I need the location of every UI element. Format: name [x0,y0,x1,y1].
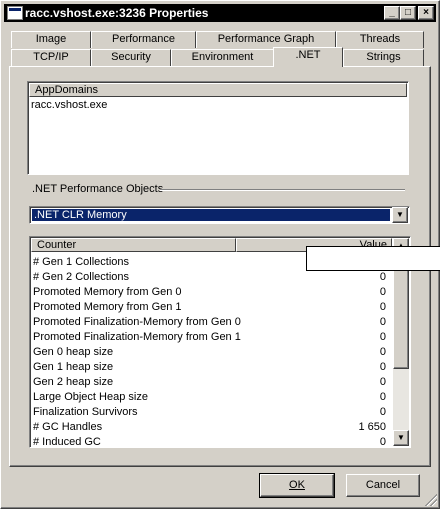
counter-name: Finalization Survivors [33,406,138,418]
table-row[interactable]: Promoted Finalization-Memory from Gen 1 0 [33,330,389,345]
tab-threads-label: Threads [359,33,401,45]
counter-name: # Gen 2 Collections [33,271,129,283]
app-icon [7,6,23,20]
minimize-button[interactable]: _ [384,6,400,20]
counter-value: 0 [379,436,386,448]
counter-column-label: Counter [37,239,77,251]
table-row[interactable]: Promoted Finalization-Memory from Gen 0 0 [33,315,389,330]
window-title: racc.vshost.exe:3236 Properties [25,6,209,20]
tab-tcpip[interactable]: TCP/IP [11,49,91,66]
table-row[interactable]: Gen 1 heap size 0 [33,360,389,375]
tab-strings-label: Strings [366,51,401,63]
tab-image-label: Image [35,33,67,45]
table-row[interactable]: Promoted Memory from Gen 0 0 [33,285,389,300]
counter-name: Gen 2 heap size [33,376,114,388]
counter-name: Promoted Memory from Gen 1 [33,301,182,313]
tab-security[interactable]: Security [91,49,171,66]
counter-name: Promoted Finalization-Memory from Gen 0 [33,316,241,328]
dropdown-button[interactable]: ▼ [392,207,408,223]
table-row[interactable]: Gen 2 heap size 0 [33,375,389,390]
counter-name: Promoted Finalization-Memory from Gen 1 [33,331,241,343]
cancel-button[interactable]: Cancel [346,474,420,497]
counter-name: Promoted Memory from Gen 0 [33,286,182,298]
tab-security-label: Security [111,51,151,63]
counter-value: 0 [379,346,386,358]
tab-performance-graph[interactable]: Performance Graph [196,31,336,48]
tab-tcpip-label: TCP/IP [33,51,69,63]
title-bar[interactable]: racc.vshost.exe:3236 Properties _ □ × [4,4,436,22]
table-row[interactable]: Gen 0 heap size 0 [33,345,389,360]
table-row[interactable]: # Induced GC 0 [33,435,389,448]
counter-value: 0 [379,361,386,373]
chevron-down-icon: ▼ [397,433,405,442]
tab-threads[interactable]: Threads [336,31,424,48]
appdomains-header[interactable]: AppDomains [29,83,407,97]
counter-column-header[interactable]: Counter [31,238,236,252]
counter-value: 0 [379,391,386,403]
table-row[interactable]: Promoted Memory from Gen 1 0 [33,300,389,315]
ok-button-label: OK [289,479,305,491]
counter-name: # Induced GC [33,436,101,448]
counter-value: 0 [379,406,386,418]
table-row[interactable]: Large Object Heap size 0 [33,390,389,405]
tooltip-popup [306,246,440,271]
resize-grip-icon[interactable] [425,494,437,506]
tab-environment[interactable]: Environment [171,49,274,66]
appdomains-header-label: AppDomains [35,84,98,96]
tab-performance-graph-label: Performance Graph [217,33,315,45]
tab-strings[interactable]: Strings [343,49,424,66]
list-item[interactable]: racc.vshost.exe [31,99,107,111]
counter-value: 0 [379,271,386,283]
counter-name: # GC Handles [33,421,103,433]
table-row[interactable]: # GC Handles 1 650 [33,420,389,435]
close-button[interactable]: × [418,6,434,20]
group-divider [160,189,405,191]
counter-name: Large Object Heap size [33,391,148,403]
perf-object-select[interactable]: .NET CLR Memory ▼ [29,206,410,224]
chevron-down-icon: ▼ [396,210,404,219]
counter-value: 0 [379,301,386,313]
properties-window: racc.vshost.exe:3236 Properties _ □ × Im… [0,0,440,509]
perf-objects-label: .NET Performance Objects [32,183,164,195]
scroll-thumb[interactable] [393,254,409,369]
counter-value: 0 [379,316,386,328]
counter-name: Gen 1 heap size [33,361,114,373]
tab-performance[interactable]: Performance [91,31,196,48]
maximize-button[interactable]: □ [400,6,416,20]
counter-name: Gen 0 heap size [33,346,114,358]
tab-performance-label: Performance [112,33,175,45]
tab-image[interactable]: Image [11,31,91,48]
scroll-down-button[interactable]: ▼ [393,430,409,446]
tab-dotnet-label: .NET [295,49,321,61]
counter-value: 0 [379,331,386,343]
counter-name: # Gen 1 Collections [33,256,129,268]
table-row[interactable]: # Gen 2 Collections 0 [33,270,389,285]
counter-value: 1 650 [358,421,386,433]
counter-value: 0 [379,376,386,388]
tab-environment-label: Environment [191,51,254,63]
perf-object-selected: .NET CLR Memory [32,209,390,221]
appdomains-list[interactable]: AppDomains racc.vshost.exe [27,81,409,175]
table-row[interactable]: Finalization Survivors 0 [33,405,389,420]
cancel-button-label: Cancel [365,479,401,491]
tab-dotnet[interactable]: .NET [273,47,343,67]
ok-button[interactable]: OK [259,473,335,498]
counter-value: 0 [379,286,386,298]
